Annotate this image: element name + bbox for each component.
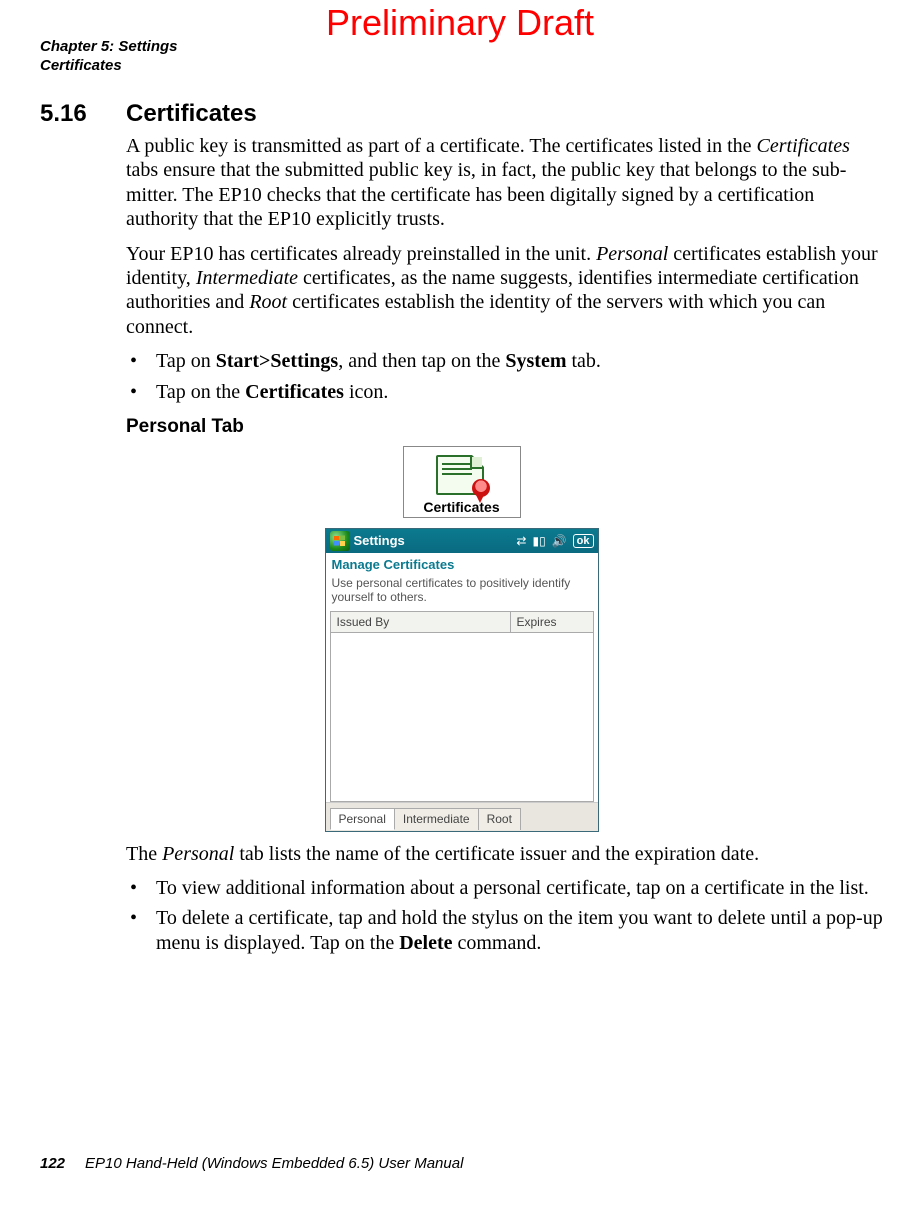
- certificates-icon-label: Certificates: [412, 499, 512, 515]
- wm-tabstrip: Personal Intermediate Root: [326, 802, 598, 831]
- tab-intermediate[interactable]: Intermediate: [395, 808, 479, 830]
- list-item: To view additional information about a p…: [126, 876, 883, 900]
- instruction-list-2: To view additional information about a p…: [126, 876, 883, 955]
- wm-titlebar: Settings ⇄ ▮▯ 🔊 ok: [326, 529, 598, 553]
- col-expires[interactable]: Expires: [511, 612, 593, 632]
- instruction-list-1: Tap on Start>Settings, and then tap on t…: [126, 349, 883, 404]
- wm-table-body[interactable]: [330, 633, 594, 802]
- certificates-icon: [434, 453, 490, 497]
- page-footer: 122 EP10 Hand-Held (Windows Embedded 6.5)…: [40, 1155, 463, 1172]
- paragraph-3: The Personal tab lists the name of the c…: [126, 842, 883, 866]
- list-item: To delete a certificate, tap and hold th…: [126, 906, 883, 955]
- list-item: Tap on Start>Settings, and then tap on t…: [126, 349, 883, 373]
- paragraph-1: A public key is transmitted as part of a…: [126, 134, 883, 232]
- wm-subtitle: Manage Certificates: [326, 553, 598, 574]
- list-item: Tap on the Certificates icon.: [126, 380, 883, 404]
- section-heading: 5.16Certificates: [40, 100, 883, 128]
- signal-icon: ▮▯: [532, 534, 545, 548]
- col-issued-by[interactable]: Issued By: [331, 612, 511, 632]
- subheading-personal-tab: Personal Tab: [126, 416, 883, 438]
- start-icon: [330, 531, 350, 551]
- paragraph-2: Your EP10 has certificates already prein…: [126, 242, 883, 340]
- tab-root[interactable]: Root: [479, 808, 521, 830]
- tab-personal[interactable]: Personal: [330, 808, 395, 830]
- manual-title: EP10 Hand-Held (Windows Embedded 6.5) Us…: [85, 1155, 463, 1172]
- page-header: Chapter 5: Settings Certificates: [40, 38, 178, 76]
- page-number: 122: [40, 1155, 65, 1172]
- wm-description: Use personal certificates to positively …: [326, 574, 598, 611]
- header-section: Certificates: [40, 57, 178, 76]
- certificates-icon-figure: Certificates: [403, 446, 521, 518]
- header-chapter: Chapter 5: Settings: [40, 38, 178, 57]
- settings-screenshot: Settings ⇄ ▮▯ 🔊 ok Manage Certificates U…: [325, 528, 599, 832]
- wm-table-header: Issued By Expires: [330, 611, 594, 633]
- section-title: Certificates: [126, 100, 257, 127]
- volume-icon: 🔊: [552, 534, 567, 548]
- section-number: 5.16: [40, 100, 126, 128]
- ok-button[interactable]: ok: [573, 534, 594, 548]
- wm-title-text: Settings: [354, 533, 517, 548]
- connectivity-icon: ⇄: [516, 534, 526, 548]
